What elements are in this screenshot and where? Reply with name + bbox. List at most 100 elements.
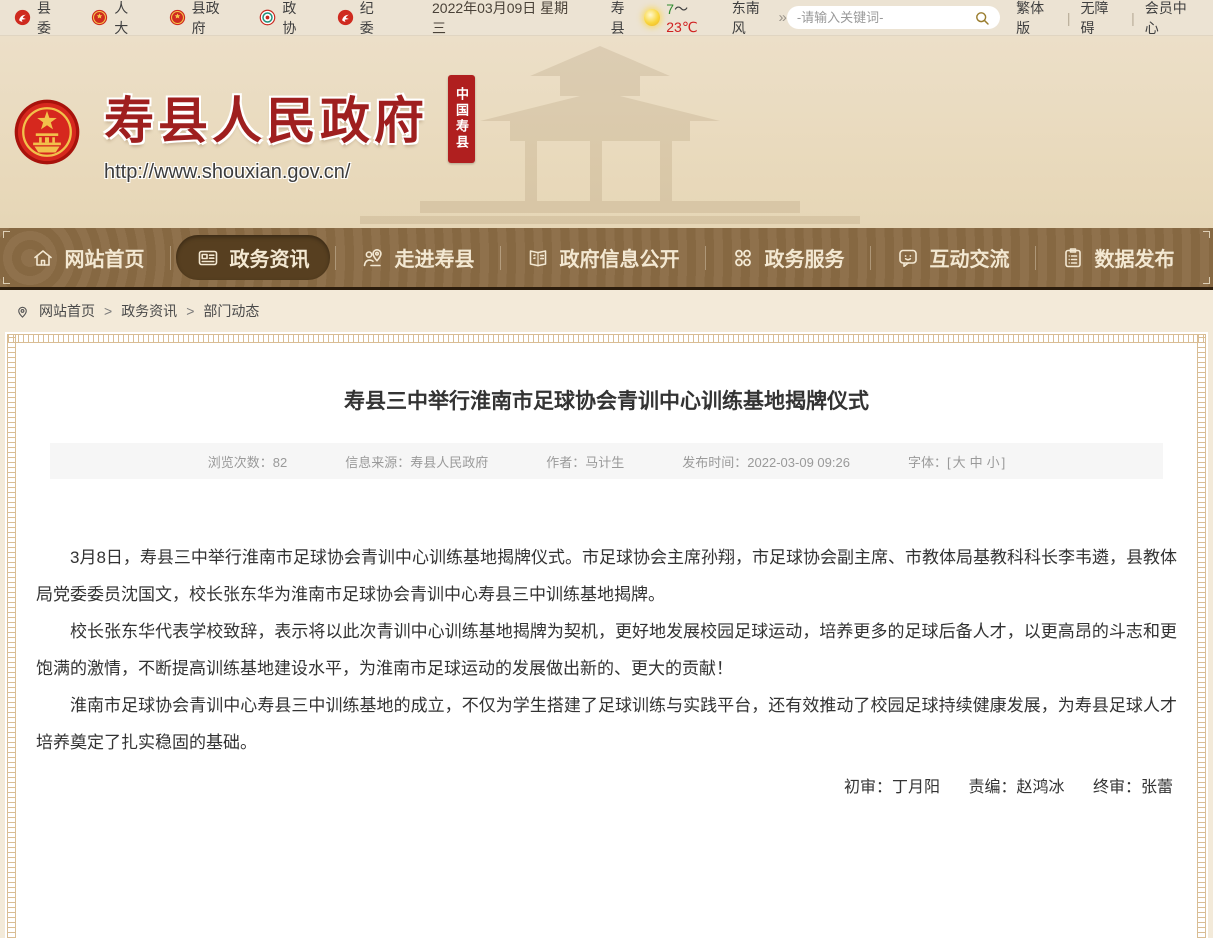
nav-item-interaction[interactable]: 互动交流 [876,235,1030,280]
link-discipline-commission[interactable]: 纪委 [337,0,386,38]
link-label: 纪委 [360,0,386,38]
paragraph: 校长张东华代表学校致辞，表示将以此次青训中心训练基地揭牌为契机，更好地发展校园足… [36,613,1177,687]
responsible-editor: 责编：赵鸿冰 [969,779,1065,796]
link-accessibility[interactable]: 无障碍 [1080,0,1121,38]
search-input[interactable] [797,10,974,25]
current-date: 2022年03月09日 星期三 [432,0,579,38]
nav-separator [170,246,171,270]
paragraph: 3月8日，寿县三中举行淮南市足球协会青训中心训练基地揭牌仪式。市足球协会主席孙翔… [36,539,1177,613]
article: 寿县三中举行淮南市足球协会青训中心训练基地揭牌仪式 浏览次数：82 信息来源：寿… [18,345,1195,938]
article-meta-bar: 浏览次数：82 信息来源：寿县人民政府 作者：马计生 发布时间：2022-03-… [50,443,1163,479]
link-traditional-chinese[interactable]: 繁体版 [1016,0,1057,38]
link-label: 人大 [114,0,140,38]
nav-item-info-disclosure[interactable]: 政府信息公开 [506,235,700,280]
temp-high: 23℃ [666,19,697,35]
map-pin-icon [361,246,385,270]
nav-label: 政府信息公开 [560,243,680,272]
search-icon[interactable] [974,10,990,26]
breadcrumb-separator: > [104,303,112,319]
article-body: 3月8日，寿县三中举行淮南市足球协会青训中心训练基地揭牌仪式。市足球协会主席孙翔… [36,539,1177,806]
author: 作者：马计生 [546,452,624,471]
breadcrumb-home[interactable]: 网站首页 [39,301,95,321]
link-member-center[interactable]: 会员中心 [1145,0,1199,38]
link-peoples-congress[interactable]: 人大 [91,0,140,38]
services-grid-icon [731,246,755,270]
corner-ornament [3,231,10,238]
location-pin-icon [15,304,30,319]
font-size-bracket: ] [1002,455,1006,470]
corner-ornament [3,277,10,284]
breadcrumb-news[interactable]: 政务资讯 [121,301,177,321]
seal-text: 中国寿县 [452,87,471,151]
site-identity[interactable]: 寿县人民政府 http://www.shouxian.gov.cn/ [104,81,428,184]
weather-more-chevron-icon[interactable]: » [778,9,786,26]
nav-separator [335,246,336,270]
view-count: 浏览次数：82 [208,452,287,471]
nav-label: 网站首页 [65,243,145,272]
temp-tilde: ～ [674,1,688,17]
info-source-label: 信息来源： [345,455,410,470]
national-emblem-logo[interactable] [14,99,80,165]
search-box[interactable] [787,6,1000,29]
weather-widget: 寿县 7～23℃ 东南风 » [611,0,787,38]
nav-label: 走进寿县 [395,243,475,272]
publish-time: 发布时间：2022-03-09 09:26 [682,452,850,471]
nav-item-about-shouxian[interactable]: 走进寿县 [341,235,495,280]
final-reviewer: 终审：张蕾 [1093,779,1173,796]
home-icon [31,246,55,270]
site-banner: 寿县人民政府 http://www.shouxian.gov.cn/ 中国寿县 [0,36,1213,228]
main-navigation: 网站首页 政务资讯 走进寿县 政府信息公开 政务服务 互动交流 [0,228,1213,290]
news-icon [196,246,220,270]
link-label: 县政府 [192,0,232,38]
temp-low: 7 [666,1,674,17]
party-emblem-icon [337,9,354,26]
publish-time-value: 2022-03-09 09:26 [747,455,850,470]
nav-label: 数据发布 [1095,243,1175,272]
chat-icon [896,246,920,270]
font-size-small-button[interactable]: 小 [987,455,1000,470]
breadcrumb-current: 部门动态 [203,301,259,321]
nav-item-home[interactable]: 网站首页 [11,235,165,280]
nav-separator [1035,246,1036,270]
utility-links: 繁体版 | 无障碍 | 会员中心 [1016,0,1199,38]
view-count-label: 浏览次数： [208,455,273,470]
nav-item-data-release[interactable]: 数据发布 [1041,235,1195,280]
party-emblem-icon [14,9,31,26]
nav-separator [705,246,706,270]
nav-label: 政务资讯 [230,243,310,272]
breadcrumb: 网站首页 > 政务资讯 > 部门动态 [0,290,1213,332]
national-emblem-icon [91,9,108,26]
font-size-medium-button[interactable]: 中 [970,455,983,470]
site-url: http://www.shouxian.gov.cn/ [104,161,428,184]
view-count-value: 82 [273,455,287,470]
separator: | [1131,10,1135,26]
link-cppcc[interactable]: 政协 [259,0,308,38]
temperature: 7～ 23℃ [666,0,717,36]
corner-ornament [1203,277,1210,284]
font-size-label: 字体：[ [908,455,951,470]
nav-label: 政务服务 [765,243,845,272]
weather-city: 寿县 [611,0,638,38]
gov-links: 县委 人大 县政府 政协 纪委 [14,0,386,38]
author-label: 作者： [546,455,585,470]
corner-ornament [1203,231,1210,238]
cppcc-emblem-icon [259,9,276,26]
nav-label: 互动交流 [930,243,1010,272]
national-emblem-icon [169,9,186,26]
nav-item-news[interactable]: 政务资讯 [176,235,330,280]
publish-time-label: 发布时间： [682,455,747,470]
link-label: 县委 [37,0,63,38]
link-county-government[interactable]: 县政府 [169,0,232,38]
paragraph: 淮南市足球协会青训中心寿县三中训练基地的成立，不仅为学生搭建了足球训练与实践平台… [36,687,1177,761]
fret-border-top [8,334,1205,343]
link-county-committee[interactable]: 县委 [14,0,63,38]
site-title: 寿县人民政府 [104,81,428,153]
top-utility-bar: 县委 人大 县政府 政协 纪委 2022年03月09日 星期三 [0,0,1213,36]
nav-separator [500,246,501,270]
font-size-large-button[interactable]: 大 [953,455,966,470]
separator: | [1067,10,1071,26]
info-open-icon [526,246,550,270]
nav-item-services[interactable]: 政务服务 [711,235,865,280]
article-title: 寿县三中举行淮南市足球协会青训中心训练基地揭牌仪式 [30,385,1183,415]
fret-border-right [1197,334,1206,938]
